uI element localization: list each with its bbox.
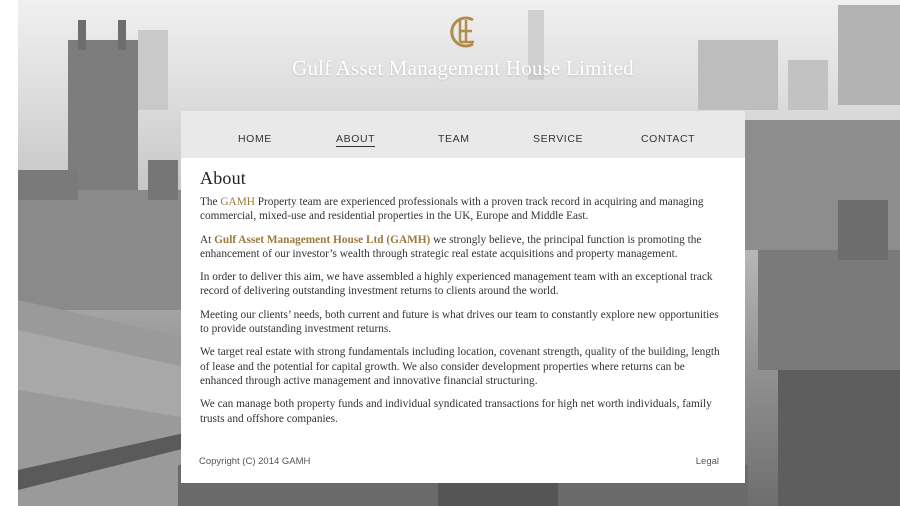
monogram-icon xyxy=(450,16,474,48)
paragraph-4: Meeting our clients’ needs, both current… xyxy=(200,308,719,336)
paragraph-2: At Gulf Asset Management House Ltd (GAMH… xyxy=(200,233,702,260)
copyright-text: Copyright (C) 2014 GAMH xyxy=(199,456,311,467)
paragraph-6: We can manage both property funds and in… xyxy=(200,398,712,425)
paragraph-5: We target real estate with strong fundam… xyxy=(200,346,720,387)
legal-link[interactable]: Legal xyxy=(696,456,719,467)
company-name-link[interactable]: Gulf Asset Management House Ltd (GAMH) xyxy=(214,234,430,246)
about-content: About The GAMH Property team are experie… xyxy=(200,168,725,435)
main-nav: HOME ABOUT TEAM SERVICE CONTACT xyxy=(181,111,745,158)
gamh-link[interactable]: GAMH xyxy=(220,196,255,208)
nav-about[interactable]: ABOUT xyxy=(336,133,376,147)
nav-service[interactable]: SERVICE xyxy=(533,133,583,145)
content-card: HOME ABOUT TEAM SERVICE CONTACT About Th… xyxy=(181,111,745,483)
paragraph-3: In order to deliver this aim, we have as… xyxy=(200,271,713,298)
nav-home[interactable]: HOME xyxy=(238,133,272,145)
site-title: Gulf Asset Management House Limited xyxy=(292,56,634,80)
gamh-logo-icon[interactable] xyxy=(445,12,481,52)
nav-team[interactable]: TEAM xyxy=(438,133,470,145)
page-heading: About xyxy=(200,168,246,188)
paragraph-1: The GAMH Property team are experienced p… xyxy=(200,196,704,223)
nav-contact[interactable]: CONTACT xyxy=(641,133,695,145)
